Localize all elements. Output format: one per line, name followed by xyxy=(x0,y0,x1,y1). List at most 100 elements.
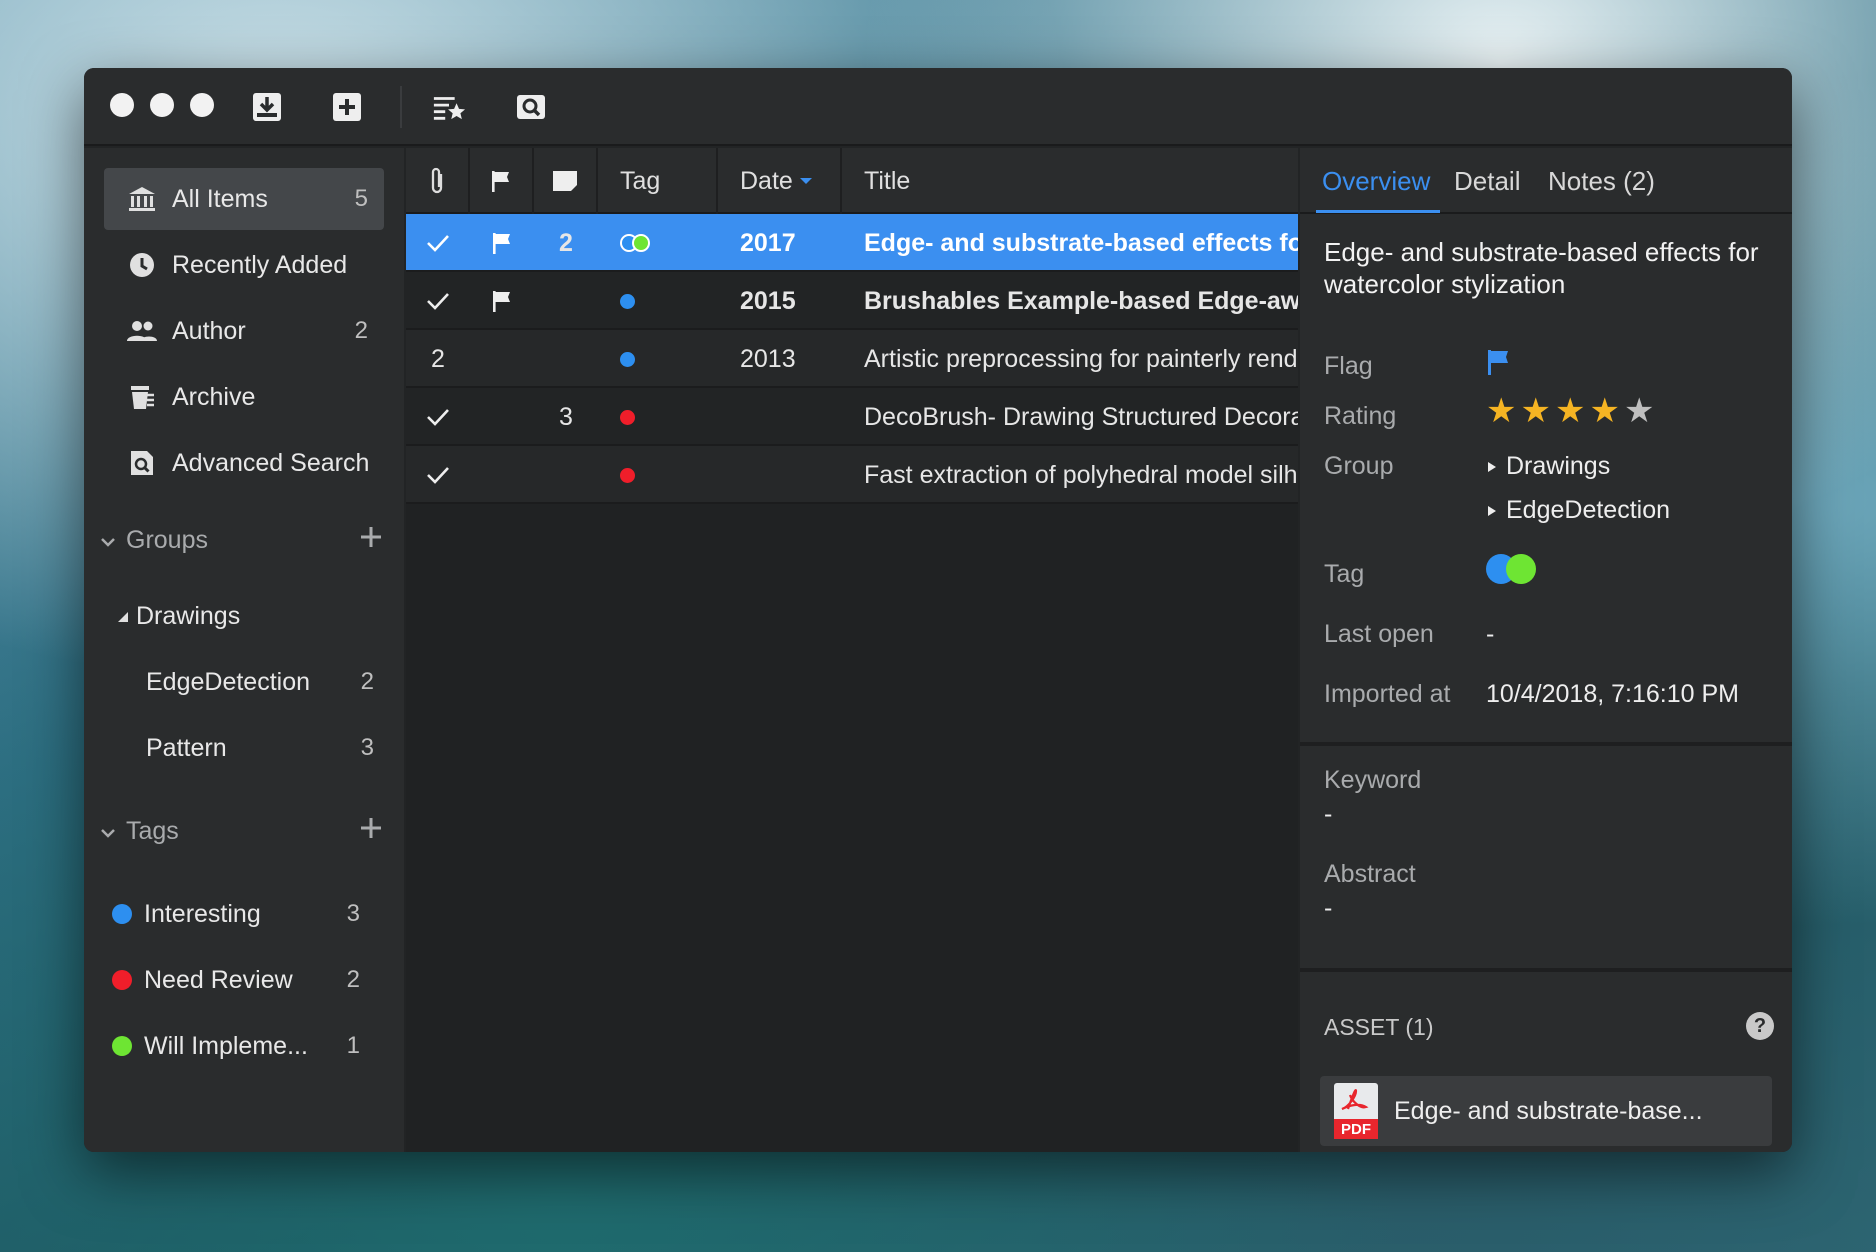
abstract-value: - xyxy=(1324,894,1333,922)
asset-name: Edge- and substrate-base... xyxy=(1394,1096,1703,1125)
tag-item-interesting[interactable]: Interesting 3 xyxy=(84,884,384,944)
group-item-edgedetection[interactable]: EdgeDetection 2 xyxy=(104,652,384,712)
checkmark-icon xyxy=(406,388,470,446)
sidebar-item-archive[interactable]: Archive xyxy=(104,366,384,428)
sidebar-item-author[interactable]: Author 2 xyxy=(104,300,384,362)
sidebar-item-advanced-search[interactable]: Advanced Search xyxy=(104,432,384,494)
tag-dot-red xyxy=(620,467,635,483)
pdf-badge: PDF xyxy=(1334,1119,1378,1139)
triangle-right-icon xyxy=(1488,461,1496,472)
tag-dots xyxy=(598,330,718,388)
tab-notes[interactable]: Notes (2) xyxy=(1548,148,1655,214)
tags-section-header[interactable]: Tags xyxy=(84,806,404,856)
column-header-title[interactable]: Title xyxy=(842,148,1298,214)
section-divider xyxy=(1300,742,1792,746)
row-title: Edge- and substrate-based effects for wa… xyxy=(864,228,1298,257)
asset-file-card[interactable]: PDF Edge- and substrate-base... xyxy=(1320,1076,1772,1146)
flag-value[interactable] xyxy=(1486,348,1512,383)
last-open-value: - xyxy=(1486,620,1495,648)
sidebar-item-label: Archive xyxy=(172,382,256,411)
column-label: Title xyxy=(864,166,911,195)
sidebar-item-all-items[interactable]: All Items 5 xyxy=(104,168,384,230)
column-header-tag[interactable]: Tag xyxy=(598,148,718,214)
column-header-attachment[interactable] xyxy=(406,148,470,214)
row-title: DecoBrush- Drawing Structured Decorative… xyxy=(864,402,1298,431)
window-zoom-button[interactable] xyxy=(190,93,214,117)
groups-section-header[interactable]: Groups xyxy=(84,515,404,565)
sort-desc-icon xyxy=(799,178,812,184)
help-icon[interactable]: ? xyxy=(1746,1012,1774,1040)
tag-item-will-implement[interactable]: Will Impleme... 1 xyxy=(84,1016,384,1076)
import-button[interactable] xyxy=(250,90,284,124)
star-filled-icon[interactable]: ★ xyxy=(1555,394,1585,428)
notes-count: 3 xyxy=(559,402,573,431)
sidebar-item-recently-added[interactable]: Recently Added xyxy=(104,234,384,296)
row-title: Fast extraction of polyhedral model silh… xyxy=(864,460,1298,489)
tag-color-dot xyxy=(112,970,132,990)
window-minimize-button[interactable] xyxy=(150,93,174,117)
archive-icon xyxy=(126,381,158,413)
group-name: EdgeDetection xyxy=(1506,496,1671,524)
toolbar-separator xyxy=(400,86,402,128)
group-label: EdgeDetection xyxy=(146,667,311,696)
group-item-pattern[interactable]: Pattern 3 xyxy=(104,718,384,778)
group-item-drawings[interactable]: Drawings xyxy=(104,586,384,646)
table-row[interactable]: 2015 Brushables Example-based Edge-aware… xyxy=(406,272,1298,330)
item-count: 5 xyxy=(354,185,368,212)
column-header-date[interactable]: Date xyxy=(718,148,842,214)
item-count: 2 xyxy=(354,317,368,344)
tag-label: Tag xyxy=(1324,560,1365,588)
doc-search-icon xyxy=(126,447,158,479)
table-row[interactable]: Fast extraction of polyhedral model silh… xyxy=(406,446,1298,504)
tag-label: Need Review xyxy=(144,965,293,994)
column-header-flag[interactable] xyxy=(470,148,534,214)
table-row[interactable]: 3 DecoBrush- Drawing Structured Decorati… xyxy=(406,388,1298,446)
search-button[interactable] xyxy=(514,90,548,124)
column-header-notes[interactable] xyxy=(534,148,598,214)
tag-item-need-review[interactable]: Need Review 2 xyxy=(84,950,384,1010)
star-filled-icon[interactable]: ★ xyxy=(1520,394,1550,428)
checkmark-icon xyxy=(406,272,470,330)
tab-overview[interactable]: Overview xyxy=(1322,148,1430,214)
keyword-label: Keyword xyxy=(1324,766,1422,794)
sidebar-item-label: Advanced Search xyxy=(172,448,370,477)
starred-list-button[interactable] xyxy=(432,90,466,124)
item-list: Tag Date Title 2 2017 Edge- and substrat… xyxy=(406,148,1298,1152)
flag-icon xyxy=(492,171,509,192)
item-count: 2 xyxy=(360,668,374,695)
group-link-edgedetection[interactable]: EdgeDetection xyxy=(1486,496,1670,525)
item-count: 1 xyxy=(346,1032,360,1059)
tag-dots xyxy=(598,272,718,330)
detail-tabs: Overview Detail Notes (2) xyxy=(1300,148,1792,214)
add-group-icon[interactable] xyxy=(360,526,382,555)
item-title: Edge- and substrate-based effects for wa… xyxy=(1324,237,1759,299)
tag-dots xyxy=(598,388,718,446)
row-read-count: 2 xyxy=(431,344,445,373)
notes-count: 2 xyxy=(559,228,573,257)
sidebar-item-label: All Items xyxy=(172,184,268,213)
tag-label: Will Impleme... xyxy=(144,1031,308,1060)
groups-heading: Groups xyxy=(126,525,208,554)
tab-detail[interactable]: Detail xyxy=(1454,148,1520,214)
table-row[interactable]: 2 2013 Artistic preprocessing for painte… xyxy=(406,330,1298,388)
star-empty-icon[interactable]: ★ xyxy=(1624,394,1654,428)
add-tag-icon[interactable] xyxy=(360,817,382,846)
tag-dot-blue xyxy=(620,351,635,367)
triangle-expanded-icon xyxy=(116,602,130,631)
star-filled-icon[interactable]: ★ xyxy=(1589,394,1619,428)
imported-at-value: 10/4/2018, 7:16:10 PM xyxy=(1486,680,1739,708)
tag-value[interactable] xyxy=(1486,554,1536,584)
add-item-button[interactable] xyxy=(330,90,364,124)
table-row[interactable]: 2 2017 Edge- and substrate-based effects… xyxy=(406,214,1298,272)
tag-dots xyxy=(598,446,718,504)
window-close-button[interactable] xyxy=(110,93,134,117)
active-tab-indicator xyxy=(1316,210,1440,213)
list-header: Tag Date Title xyxy=(406,148,1298,214)
item-count: 3 xyxy=(346,900,360,927)
group-link-drawings[interactable]: Drawings xyxy=(1486,452,1610,481)
row-title: Artistic preprocessing for painterly ren… xyxy=(864,344,1298,373)
app-window: All Items 5 Recently Added Author 2 Arch… xyxy=(84,68,1792,1152)
star-filled-icon[interactable]: ★ xyxy=(1486,394,1516,428)
rating-stars[interactable]: ★ ★ ★ ★ ★ xyxy=(1486,394,1658,429)
abstract-label: Abstract xyxy=(1324,860,1416,888)
